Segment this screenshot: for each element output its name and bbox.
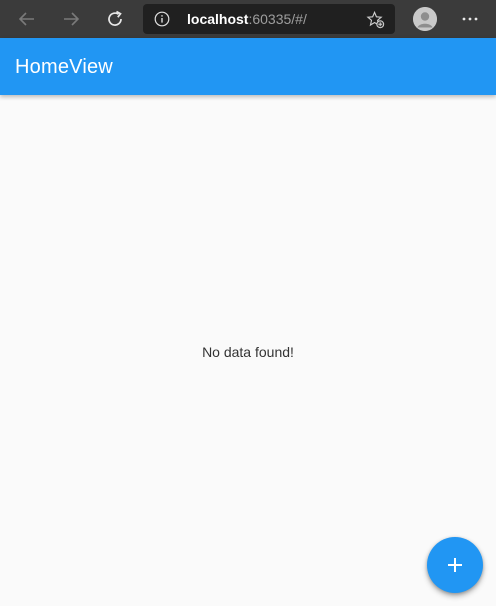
info-icon[interactable] [154,11,170,27]
refresh-icon [108,10,122,26]
page-title: HomeView [15,56,113,78]
more-horizontal-icon [462,17,478,21]
browser-toolbar: localhost:60335/#/ [0,0,496,38]
back-button[interactable] [12,4,42,34]
plus-icon [448,558,462,572]
empty-state-message: No data found! [202,344,294,360]
app-bar: HomeView [0,38,496,95]
settings-more-button[interactable] [458,8,482,30]
refresh-button[interactable] [100,4,130,34]
forward-button[interactable] [56,4,86,34]
url-path: :60335/#/ [248,11,307,27]
address-bar[interactable]: localhost:60335/#/ [143,4,395,34]
arrow-right-icon [64,12,80,26]
url-host: localhost [187,11,249,27]
add-button[interactable] [427,537,483,593]
profile-button[interactable] [413,7,437,31]
arrow-left-icon [18,12,34,26]
profile-avatar-icon [413,7,437,31]
add-favorite-icon[interactable] [366,10,385,29]
url-text[interactable]: localhost:60335/#/ [187,11,307,27]
